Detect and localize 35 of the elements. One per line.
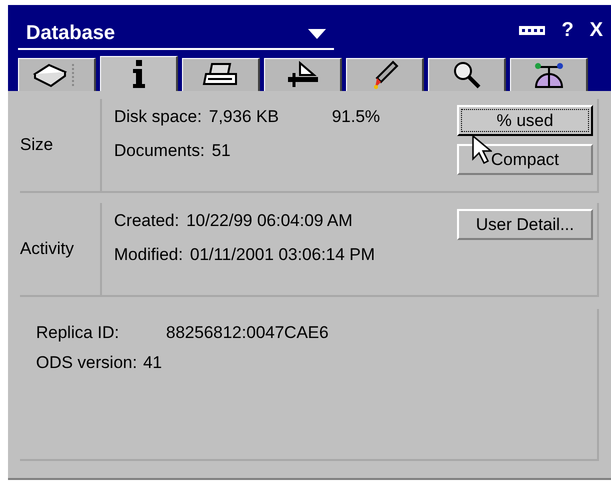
field-value: 01/11/2001 03:06:14 PM — [190, 245, 375, 265]
ruler-triangle-icon — [286, 61, 320, 89]
group-label: Size — [20, 135, 54, 155]
mouse-pointer-icon — [472, 135, 492, 165]
field-label: Disk space: — [114, 107, 202, 127]
push-button[interactable]: % used — [457, 105, 593, 136]
push-button[interactable]: User Detail... — [457, 209, 593, 240]
field-value: 10/22/99 06:04:09 AM — [186, 211, 353, 231]
tab[interactable] — [18, 58, 96, 91]
panel-selector[interactable]: Database — [18, 16, 334, 50]
field-value: 41 — [143, 353, 162, 373]
printer-icon — [202, 62, 240, 88]
close-button[interactable]: X — [590, 18, 603, 42]
push-button[interactable]: Compact — [457, 144, 593, 175]
tab[interactable] — [182, 58, 260, 91]
bar-icon[interactable] — [519, 26, 546, 34]
tab[interactable] — [100, 56, 178, 91]
tab[interactable] — [264, 58, 342, 91]
field-label: ODS version: — [36, 353, 138, 373]
tab[interactable] — [428, 58, 506, 91]
group-label: Activity — [20, 239, 74, 259]
field-label: Created: — [114, 211, 180, 231]
search-icon — [452, 60, 482, 90]
percentage-value: 91.5% — [332, 107, 380, 127]
dropdown-arrow-icon — [308, 28, 326, 38]
field-value: 51 — [212, 141, 231, 161]
field-label: Documents: — [114, 141, 205, 161]
help-button[interactable]: ? — [561, 18, 574, 42]
field-value: 7,936 KB — [208, 107, 279, 127]
info-icon — [130, 60, 146, 88]
tab[interactable] — [510, 58, 588, 91]
field-label: Replica ID: — [36, 323, 120, 343]
field-label: Modified: — [114, 245, 183, 265]
field-value: 88256812:0047CAE6 — [166, 323, 329, 343]
tab[interactable] — [346, 58, 424, 91]
